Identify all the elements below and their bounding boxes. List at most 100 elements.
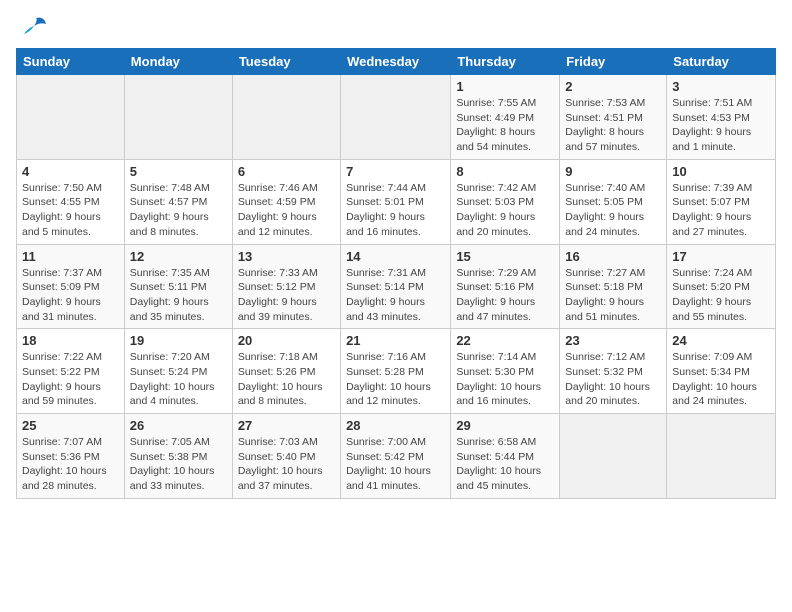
calendar-cell: 13 Sunrise: 7:33 AM Sunset: 5:12 PM Dayli… [232,244,340,329]
day-info: Sunrise: 7:14 AM Sunset: 5:30 PM Dayligh… [456,350,554,409]
calendar-week-row: 4 Sunrise: 7:50 AM Sunset: 4:55 PM Daylig… [17,159,776,244]
day-number: 5 [130,164,227,179]
calendar-cell: 19 Sunrise: 7:20 AM Sunset: 5:24 PM Dayli… [124,329,232,414]
calendar-cell: 6 Sunrise: 7:46 AM Sunset: 4:59 PM Daylig… [232,159,340,244]
day-number: 25 [22,418,119,433]
day-info: Sunrise: 7:29 AM Sunset: 5:16 PM Dayligh… [456,266,554,325]
day-info: Sunrise: 7:39 AM Sunset: 5:07 PM Dayligh… [672,181,770,240]
day-number: 1 [456,79,554,94]
calendar-cell: 1 Sunrise: 7:55 AM Sunset: 4:49 PM Daylig… [451,75,560,160]
day-number: 6 [238,164,335,179]
day-number: 17 [672,249,770,264]
day-number: 13 [238,249,335,264]
day-number: 29 [456,418,554,433]
calendar-cell [232,75,340,160]
calendar-cell: 9Sunrise: 7:40 AM Sunset: 5:05 PM Daylig… [560,159,667,244]
weekday-header-wednesday: Wednesday [341,49,451,75]
day-info: Sunrise: 7:22 AM Sunset: 5:22 PM Dayligh… [22,350,119,409]
day-number: 21 [346,333,445,348]
day-info: Sunrise: 7:50 AM Sunset: 4:55 PM Dayligh… [22,181,119,240]
calendar-cell: 28 Sunrise: 7:00 AM Sunset: 5:42 PM Dayli… [341,414,451,499]
day-number: 10 [672,164,770,179]
day-number: 28 [346,418,445,433]
calendar-cell [17,75,125,160]
day-number: 26 [130,418,227,433]
day-number: 3 [672,79,770,94]
calendar-cell: 20 Sunrise: 7:18 AM Sunset: 5:26 PM Dayli… [232,329,340,414]
calendar-cell: 2 Sunrise: 7:53 AM Sunset: 4:51 PM Daylig… [560,75,667,160]
weekday-header-tuesday: Tuesday [232,49,340,75]
day-info: Sunrise: 7:37 AM Sunset: 5:09 PM Dayligh… [22,266,119,325]
day-info: Sunrise: 7:00 AM Sunset: 5:42 PM Dayligh… [346,435,445,494]
calendar-cell: 3 Sunrise: 7:51 AM Sunset: 4:53 PM Daylig… [667,75,776,160]
day-number: 16 [565,249,661,264]
day-number: 11 [22,249,119,264]
day-info: Sunrise: 7:03 AM Sunset: 5:40 PM Dayligh… [238,435,335,494]
weekday-header-friday: Friday [560,49,667,75]
weekday-header-monday: Monday [124,49,232,75]
calendar-cell: 5Sunrise: 7:48 AM Sunset: 4:57 PM Daylig… [124,159,232,244]
calendar-cell [341,75,451,160]
day-info: Sunrise: 7:07 AM Sunset: 5:36 PM Dayligh… [22,435,119,494]
calendar-cell: 16 Sunrise: 7:27 AM Sunset: 5:18 PM Dayli… [560,244,667,329]
calendar-cell: 24 Sunrise: 7:09 AM Sunset: 5:34 PM Dayli… [667,329,776,414]
calendar-cell: 4 Sunrise: 7:50 AM Sunset: 4:55 PM Daylig… [17,159,125,244]
day-number: 9 [565,164,661,179]
day-info: Sunrise: 7:18 AM Sunset: 5:26 PM Dayligh… [238,350,335,409]
day-info: Sunrise: 7:44 AM Sunset: 5:01 PM Dayligh… [346,181,445,240]
calendar-cell: 14Sunrise: 7:31 AM Sunset: 5:14 PM Dayli… [341,244,451,329]
day-info: Sunrise: 7:24 AM Sunset: 5:20 PM Dayligh… [672,266,770,325]
calendar-cell: 10 Sunrise: 7:39 AM Sunset: 5:07 PM Dayli… [667,159,776,244]
day-info: Sunrise: 7:51 AM Sunset: 4:53 PM Dayligh… [672,96,770,155]
day-number: 24 [672,333,770,348]
day-number: 19 [130,333,227,348]
weekday-header-sunday: Sunday [17,49,125,75]
day-info: Sunrise: 7:53 AM Sunset: 4:51 PM Dayligh… [565,96,661,155]
day-info: Sunrise: 7:55 AM Sunset: 4:49 PM Dayligh… [456,96,554,155]
calendar-cell: 21 Sunrise: 7:16 AM Sunset: 5:28 PM Dayli… [341,329,451,414]
page-header [16,16,776,40]
day-number: 27 [238,418,335,433]
calendar-cell [560,414,667,499]
day-info: Sunrise: 7:46 AM Sunset: 4:59 PM Dayligh… [238,181,335,240]
calendar-cell: 22 Sunrise: 7:14 AM Sunset: 5:30 PM Dayli… [451,329,560,414]
calendar-cell [667,414,776,499]
day-info: Sunrise: 7:09 AM Sunset: 5:34 PM Dayligh… [672,350,770,409]
weekday-header-thursday: Thursday [451,49,560,75]
day-number: 4 [22,164,119,179]
day-info: Sunrise: 7:35 AM Sunset: 5:11 PM Dayligh… [130,266,227,325]
weekday-header-saturday: Saturday [667,49,776,75]
calendar-table: SundayMondayTuesdayWednesdayThursdayFrid… [16,48,776,499]
day-info: Sunrise: 7:27 AM Sunset: 5:18 PM Dayligh… [565,266,661,325]
day-number: 15 [456,249,554,264]
day-number: 20 [238,333,335,348]
day-number: 18 [22,333,119,348]
day-info: Sunrise: 6:58 AM Sunset: 5:44 PM Dayligh… [456,435,554,494]
day-number: 23 [565,333,661,348]
day-info: Sunrise: 7:33 AM Sunset: 5:12 PM Dayligh… [238,266,335,325]
day-number: 22 [456,333,554,348]
logo [16,16,50,40]
day-info: Sunrise: 7:42 AM Sunset: 5:03 PM Dayligh… [456,181,554,240]
day-info: Sunrise: 7:20 AM Sunset: 5:24 PM Dayligh… [130,350,227,409]
calendar-cell: 7 Sunrise: 7:44 AM Sunset: 5:01 PM Daylig… [341,159,451,244]
calendar-cell: 27 Sunrise: 7:03 AM Sunset: 5:40 PM Dayli… [232,414,340,499]
calendar-cell: 17 Sunrise: 7:24 AM Sunset: 5:20 PM Dayli… [667,244,776,329]
calendar-cell: 26Sunrise: 7:05 AM Sunset: 5:38 PM Dayli… [124,414,232,499]
logo-icon [16,16,46,40]
calendar-cell: 23 Sunrise: 7:12 AM Sunset: 5:32 PM Dayli… [560,329,667,414]
calendar-cell [124,75,232,160]
day-number: 7 [346,164,445,179]
calendar-header-row: SundayMondayTuesdayWednesdayThursdayFrid… [17,49,776,75]
calendar-cell: 29 Sunrise: 6:58 AM Sunset: 5:44 PM Dayli… [451,414,560,499]
calendar-cell: 15 Sunrise: 7:29 AM Sunset: 5:16 PM Dayli… [451,244,560,329]
day-number: 8 [456,164,554,179]
day-number: 2 [565,79,661,94]
calendar-cell: 25 Sunrise: 7:07 AM Sunset: 5:36 PM Dayli… [17,414,125,499]
calendar-week-row: 25 Sunrise: 7:07 AM Sunset: 5:36 PM Dayli… [17,414,776,499]
day-info: Sunrise: 7:12 AM Sunset: 5:32 PM Dayligh… [565,350,661,409]
calendar-cell: 11 Sunrise: 7:37 AM Sunset: 5:09 PM Dayli… [17,244,125,329]
day-number: 12 [130,249,227,264]
calendar-week-row: 11 Sunrise: 7:37 AM Sunset: 5:09 PM Dayli… [17,244,776,329]
day-info: Sunrise: 7:16 AM Sunset: 5:28 PM Dayligh… [346,350,445,409]
